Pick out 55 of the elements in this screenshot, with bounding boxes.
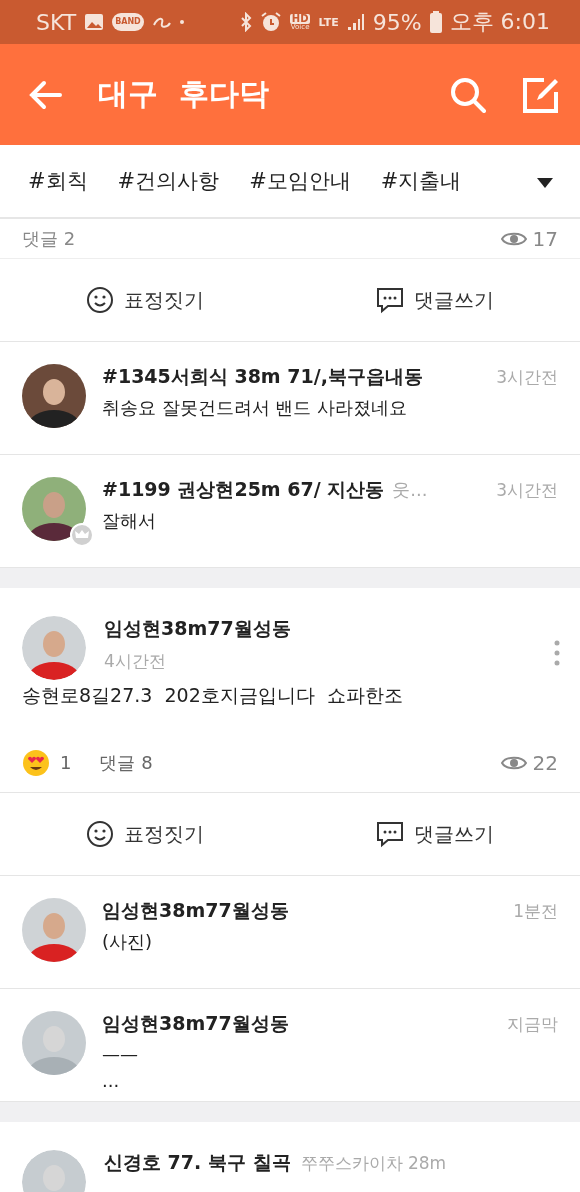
comment-text: (사진) xyxy=(102,930,154,954)
comment-time: 1분전 xyxy=(513,900,558,923)
comment-button[interactable]: 댓글쓰기 xyxy=(290,259,580,341)
clock-text: 오후 6:01 xyxy=(449,8,550,36)
react-button[interactable]: 표정짓기 xyxy=(0,259,290,341)
dropdown-icon[interactable] xyxy=(536,177,554,189)
back-arrow-icon[interactable] xyxy=(28,79,62,110)
author-note: 웃... xyxy=(392,478,428,502)
swirl-icon xyxy=(151,15,172,29)
search-icon[interactable] xyxy=(450,76,486,113)
signal-icon xyxy=(346,13,365,31)
comment-time: 3시간전 xyxy=(496,366,558,389)
battery-icon xyxy=(429,11,442,33)
comment-text: ... xyxy=(102,1070,121,1091)
hashtag-tab[interactable]: #지출내 xyxy=(380,167,462,195)
author-name: #1199 권상현25m 67/ 지산동 xyxy=(102,477,385,502)
comment-count: 댓글 2 xyxy=(22,226,76,251)
view-count: 22 xyxy=(532,750,558,775)
author-name: 신경호 77. 북구 칠곡 xyxy=(104,1151,291,1173)
post-time: 4시간전 xyxy=(104,650,167,673)
comment-button[interactable]: 댓글쓰기 xyxy=(290,793,580,875)
more-options-icon[interactable] xyxy=(554,640,560,666)
view-count: 17 xyxy=(532,226,558,251)
hashtag-tab[interactable]: #모임안내 xyxy=(249,167,351,195)
reaction-count: 1 xyxy=(60,752,72,773)
speech-bubble-icon xyxy=(376,820,404,848)
speech-bubble-icon xyxy=(376,286,404,314)
author-name: 임성현38m77월성동 xyxy=(102,1011,289,1036)
alarm-icon xyxy=(259,11,282,33)
smiley-icon xyxy=(86,820,114,848)
react-button[interactable]: 표정짓기 xyxy=(0,793,290,875)
heart-eyes-emoji-icon xyxy=(22,748,50,777)
post-text: 송현로8길27.3 202호지금입니다 쇼파한조 xyxy=(22,684,403,706)
author-name: #1345서희식 38m 71/,북구읍내동 xyxy=(102,364,423,389)
author-note: 쭈쭈스카이차 28m xyxy=(300,1153,447,1173)
comment-time: 지금막 xyxy=(507,1013,558,1036)
group-title: 대구 후다닥 xyxy=(98,75,270,113)
network-type-label: LTE xyxy=(318,15,339,29)
edit-icon[interactable] xyxy=(522,75,560,114)
app-notification-icon: BAND xyxy=(112,13,144,31)
battery-text: 95% xyxy=(372,9,422,35)
hashtag-tab[interactable]: #회칙 xyxy=(28,167,88,195)
author-name: 임성현38m77월성동 xyxy=(104,617,291,639)
comment-text: 잘해서 xyxy=(102,509,157,533)
comment-text: —— xyxy=(102,1043,139,1064)
hashtag-tab[interactable]: #건의사항 xyxy=(117,167,220,195)
comment-text: 취송요 잘못건드려서 밴드 사라졌네요 xyxy=(102,396,409,420)
dot-icon xyxy=(179,20,184,24)
smiley-icon xyxy=(86,286,114,314)
author-name: 임성현38m77월성동 xyxy=(102,898,289,923)
carrier-text: SKT xyxy=(36,9,77,35)
comment-time: 3시간전 xyxy=(496,479,558,502)
comment-count: 댓글 8 xyxy=(99,750,153,775)
image-icon xyxy=(84,13,105,31)
bluetooth-icon xyxy=(239,12,252,32)
